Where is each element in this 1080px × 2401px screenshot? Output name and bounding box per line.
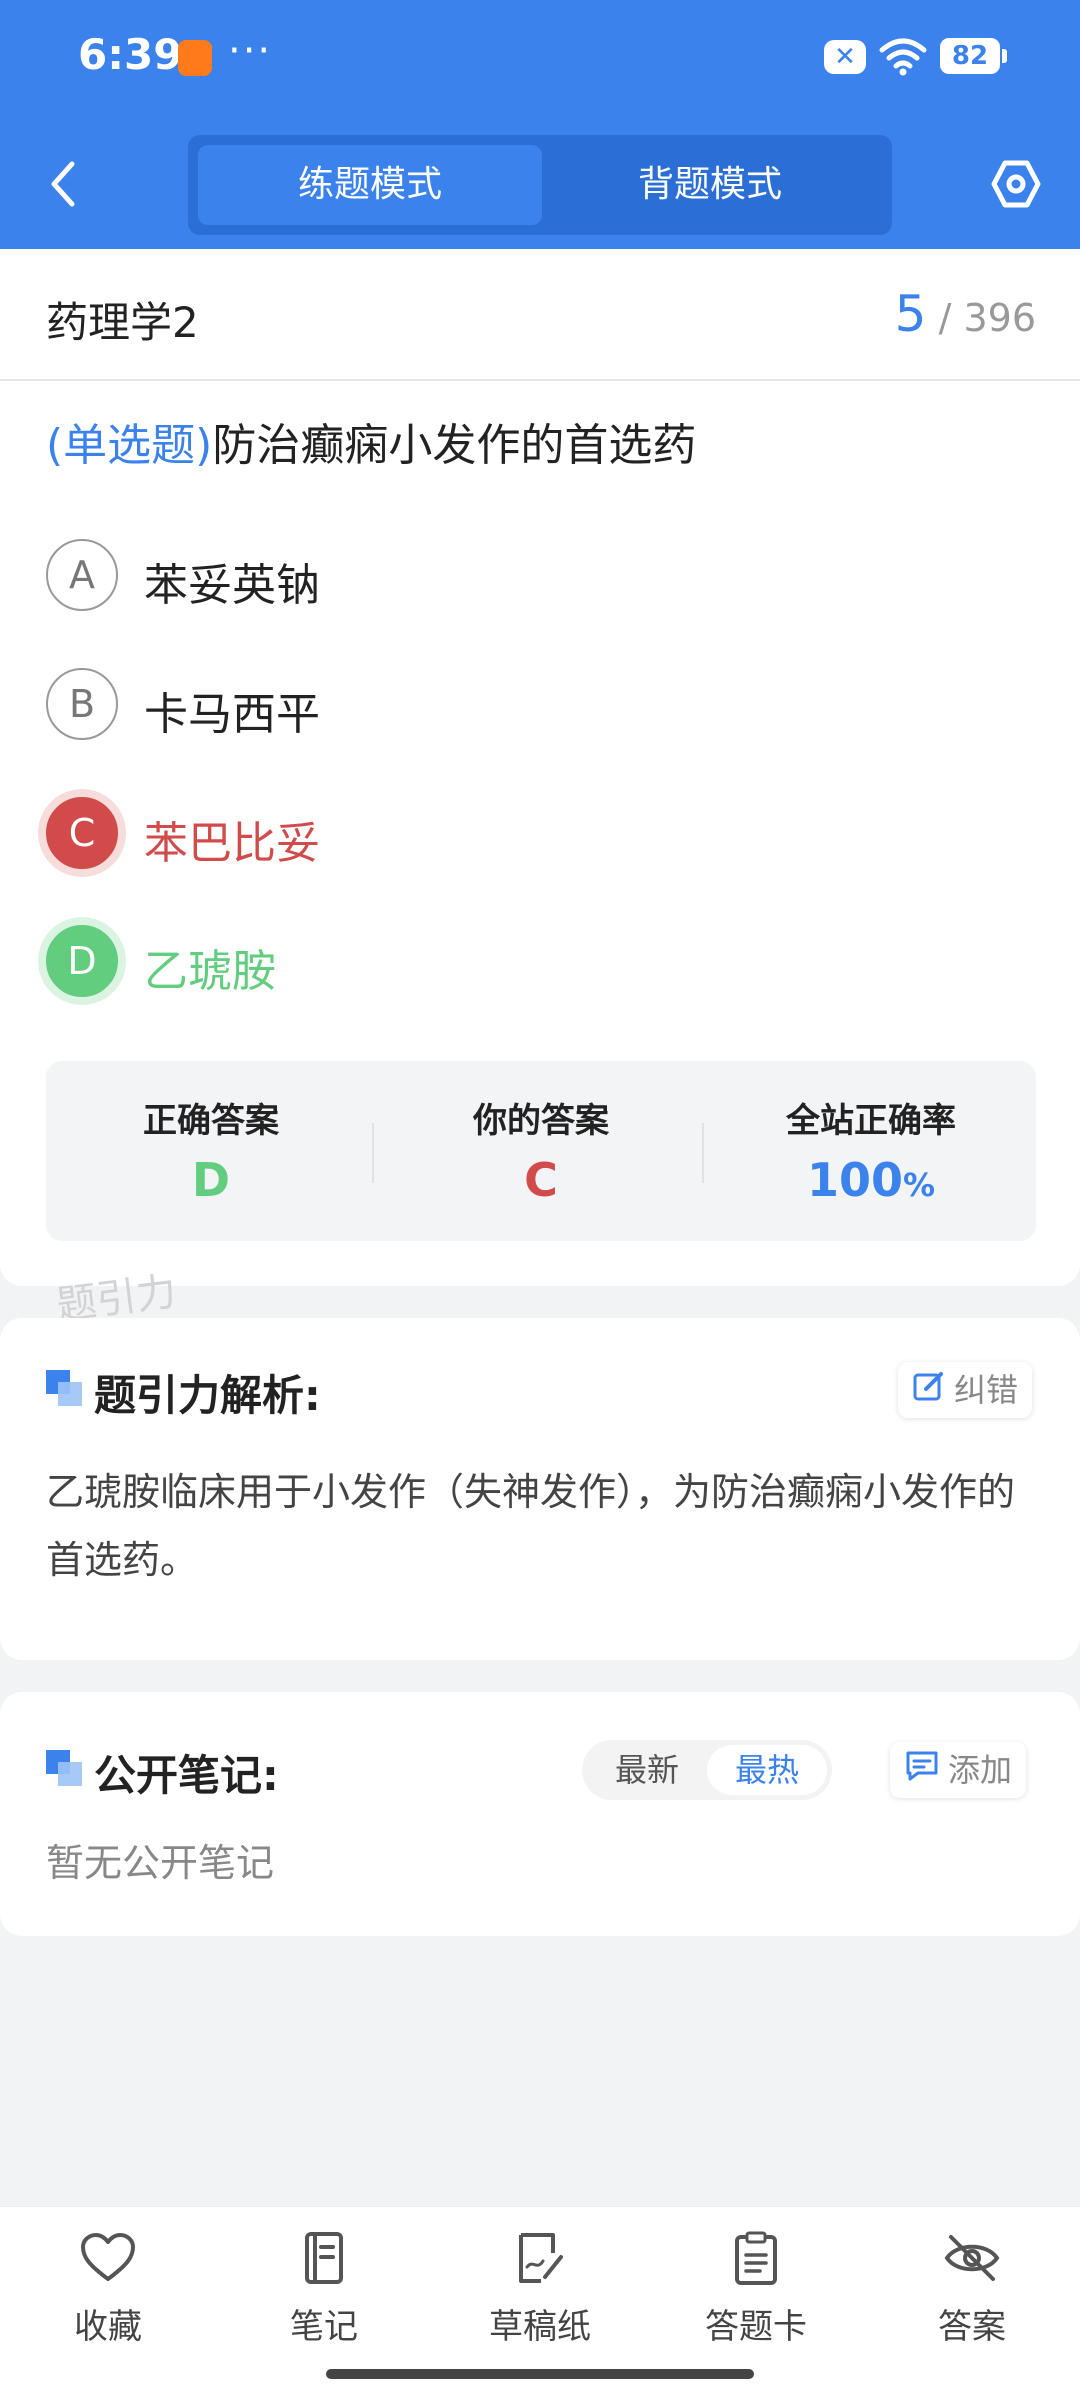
tab-recite-mode[interactable]: 背题模式 [538,145,882,225]
tab-practice-mode[interactable]: 练题模式 [198,145,542,225]
rate-number: 100 [806,1153,903,1207]
subject-title: 药理学2 [46,298,199,347]
divider [702,1123,704,1183]
option-letter: A [46,539,118,611]
edit-icon [912,1364,946,1420]
analysis-text: 乙琥胺临床用于小发作（失神发作），为防治癫痫小发作的首选药。 [46,1470,1016,1582]
battery-indicator: 82 [940,38,1007,74]
report-error-label: 纠错 [954,1371,1019,1409]
public-notes-card: 公开笔记: 最新 最热 添加 暂无公开笔记 [0,1692,1080,1936]
nav-label: 收藏 [74,2307,142,2347]
nav-draft[interactable]: 草稿纸 [432,2231,648,2348]
divider [372,1123,374,1183]
question-counter: 5 / 396 [895,285,1036,343]
nav-label: 草稿纸 [489,2307,591,2347]
clipboard-icon [735,2231,777,2285]
hexagon-settings-icon [991,160,1041,208]
sort-hottest-option[interactable]: 最热 [707,1745,827,1795]
question-text: (单选题)防治癫痫小发作的首选药 [46,409,696,473]
notes-sort-toggle: 最新 最热 [582,1740,832,1800]
chevron-left-icon [51,161,75,207]
option-letter: D [46,925,118,997]
eye-off-icon [944,2235,1000,2281]
report-error-button[interactable]: 纠错 [898,1362,1033,1420]
home-indicator[interactable] [326,2369,754,2379]
stat-value: D [191,1153,231,1207]
question-stem: 防治癫痫小发作的首选药 [212,420,697,471]
total-questions: / 396 [938,296,1036,340]
option-letter: C [46,797,118,869]
add-note-label: 添加 [948,1751,1013,1789]
stat-label: 全站正确率 [786,1101,956,1141]
stat-value: 100% [706,1153,1036,1207]
accuracy-rate-stat: 全站正确率 100% [706,1061,1036,1241]
draft-icon [519,2233,563,2283]
add-note-button[interactable]: 添加 [890,1742,1027,1800]
analysis-title: 题引力解析: [94,1371,321,1420]
nav-favorite[interactable]: 收藏 [0,2231,216,2348]
stat-label: 正确答案 [143,1101,279,1141]
sort-latest-option[interactable]: 最新 [587,1745,707,1795]
option-text: 苯巴比妥 [144,818,320,869]
notes-title: 公开笔记: [94,1751,279,1800]
current-question-number: 5 [894,285,927,343]
nav-label: 答题卡 [705,2307,807,2347]
section-icon [46,1750,84,1788]
nav-answer[interactable]: 答案 [864,2231,1080,2348]
mute-icon: ✕ [824,40,866,74]
divider [0,379,1080,381]
app-header: 6:39 ··· ✕ 82 练题模式 背题模式 [0,0,1080,249]
your-answer-stat: 你的答案 C [376,1061,706,1241]
question-type: (单选题) [46,420,213,471]
nav-answer-sheet[interactable]: 答题卡 [648,2231,864,2348]
option-text: 苯妥英钠 [144,560,320,611]
status-time: 6:39 [78,30,183,79]
wifi-icon [878,36,928,80]
comment-icon [904,1744,940,1800]
option-text: 卡马西平 [144,689,320,740]
section-icon [46,1370,84,1408]
settings-button[interactable] [990,158,1042,210]
analysis-card: 题引力解析: 纠错 乙琥胺临床用于小发作（失神发作），为防治癫痫小发作的首选药。 [0,1318,1080,1660]
back-button[interactable] [40,154,90,214]
heart-icon [81,2233,135,2281]
notebook-icon [305,2232,343,2284]
notes-empty-text: 暂无公开笔记 [46,1841,275,1885]
option-letter: B [46,668,118,740]
shopping-app-icon [178,40,212,76]
mode-switch: 练题模式 背题模式 [188,135,892,235]
question-card: 药理学2 5 / 396 (单选题)防治癫痫小发作的首选药 A 苯妥英钠 B 卡… [0,249,1080,1286]
option-text: 乙琥胺 [144,946,276,997]
correct-answer-stat: 正确答案 D [46,1061,376,1241]
nav-label: 答案 [938,2307,1006,2347]
stat-label: 你的答案 [473,1101,609,1141]
answer-stats-panel: 正确答案 D 你的答案 C 全站正确率 100% [46,1061,1036,1241]
rate-unit: % [902,1166,936,1204]
nav-notes[interactable]: 笔记 [216,2231,432,2348]
stat-value: C [524,1153,558,1207]
nav-label: 笔记 [290,2307,358,2347]
status-more-indicator: ··· [228,28,273,74]
